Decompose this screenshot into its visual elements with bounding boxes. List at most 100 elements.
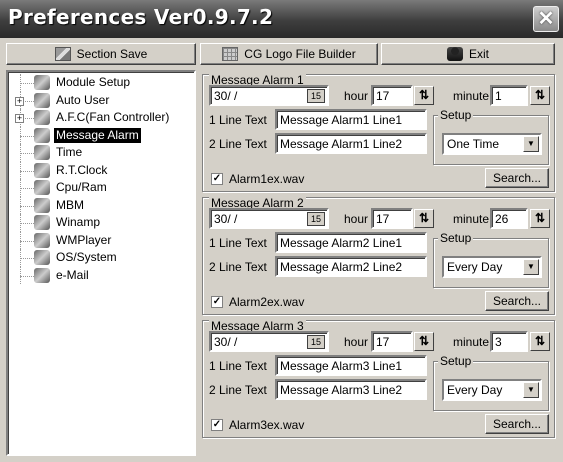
hour-field[interactable]: 17 — [371, 331, 413, 352]
tree-line — [20, 205, 34, 207]
chevron-down-icon[interactable]: ▼ — [523, 259, 539, 275]
date-field[interactable]: 30/ / 15 — [209, 331, 329, 352]
tree-item[interactable]: Winamp — [8, 214, 194, 232]
tree-item[interactable]: e-Mail — [8, 266, 194, 284]
expand-icon[interactable]: + — [15, 96, 24, 106]
tree-item-label: Module Setup — [56, 75, 131, 89]
hour-spin-icon[interactable]: ⇅ — [414, 209, 434, 228]
setup-select[interactable]: Every Day ▼ — [442, 256, 542, 278]
tree-item[interactable]: R.T.Clock — [8, 161, 194, 179]
wav-checkbox[interactable]: ✓ — [211, 296, 223, 308]
mail-icon — [34, 267, 50, 283]
minute-spin-icon[interactable]: ⇅ — [530, 86, 550, 105]
minute-value: 1 — [495, 89, 502, 103]
tree-line — [20, 275, 34, 277]
hour-field[interactable]: 17 — [371, 85, 413, 106]
hour-label: hour — [344, 212, 369, 226]
fan-icon — [34, 110, 50, 125]
cpu-icon — [34, 180, 50, 195]
line2-input[interactable]: Message Alarm1 Line2 — [275, 133, 427, 154]
date-value: 30/ / — [214, 89, 238, 103]
wav-checkbox[interactable]: ✓ — [211, 419, 223, 431]
minute-spin-icon[interactable]: ⇅ — [530, 332, 550, 351]
minute-field[interactable]: 3 — [490, 331, 528, 352]
close-icon[interactable]: ✕ — [533, 6, 559, 32]
line1-input[interactable]: Message Alarm1 Line1 — [275, 109, 427, 130]
tree-item[interactable]: Message Alarm — [8, 126, 194, 144]
setup-value: One Time — [447, 137, 500, 151]
tree-line — [20, 240, 34, 242]
minute-field[interactable]: 1 — [490, 85, 528, 106]
tree-line — [20, 83, 34, 84]
tree-line — [20, 135, 34, 137]
hour-spin-icon[interactable]: ⇅ — [414, 332, 434, 351]
wav-checkbox[interactable]: ✓ — [211, 173, 223, 185]
mbm-icon — [34, 197, 50, 213]
line2-label: 2 Line Text — [209, 137, 267, 151]
winamp-icon — [34, 215, 50, 230]
section-save-button[interactable]: Section Save — [6, 43, 196, 65]
alarm-panel: Message Alarm 1 30/ /15 hour 17 ⇅ minute 1 ⇅ 1 L… — [202, 68, 555, 192]
date-field[interactable]: 30/ / 15 — [209, 85, 329, 106]
logo-builder-button[interactable]: CG Logo File Builder — [200, 43, 378, 65]
date-field[interactable]: 30/ / 15 — [209, 208, 329, 229]
calendar-icon[interactable]: 15 — [307, 335, 325, 349]
line2-value: Message Alarm1 Line2 — [280, 137, 403, 151]
tree-item[interactable]: MBM — [8, 196, 194, 214]
save-icon — [54, 47, 71, 61]
setup-value: Every Day — [447, 383, 503, 397]
chevron-down-icon[interactable]: ▼ — [523, 136, 539, 152]
alarm-panel: Message Alarm 3 30/ /15 hour 17 ⇅ minute 3 ⇅ 1 L… — [202, 314, 555, 438]
tree-item[interactable]: + A.F.C(Fan Controller) — [8, 109, 194, 127]
tree-item[interactable]: Cpu/Ram — [8, 179, 194, 197]
tree-item[interactable]: + Auto User — [8, 91, 194, 109]
hour-field[interactable]: 17 — [371, 208, 413, 229]
alarm-group: Message Alarm 2 30/ /15 hour 17 ⇅ minute 26 ⇅ 1 … — [202, 197, 555, 315]
alarm-panel: Message Alarm 2 30/ /15 hour 17 ⇅ minute 26 ⇅ 1 … — [202, 191, 555, 315]
search-button[interactable]: Search... — [485, 168, 549, 188]
hour-spin-icon[interactable]: ⇅ — [414, 86, 434, 105]
tree-line — [20, 170, 34, 172]
exit-button[interactable]: Exit — [381, 43, 555, 65]
time-icon — [34, 145, 50, 160]
window-title: Preferences Ver0.9.7.2 — [8, 5, 274, 29]
hour-value: 17 — [376, 335, 390, 349]
search-button[interactable]: Search... — [485, 291, 549, 311]
wmplayer-icon — [34, 232, 50, 248]
alarm-icon — [34, 127, 50, 143]
expand-icon[interactable]: + — [15, 114, 24, 123]
tree-item-label: Message Alarm — [54, 127, 141, 143]
minute-label: minute — [453, 335, 490, 349]
section-tree[interactable]: Module Setup + Auto User + A.F.C(Fan Control… — [6, 70, 196, 456]
tree-item-label: Winamp — [56, 215, 101, 229]
line2-label: 2 Line Text — [209, 383, 267, 397]
tree-line — [20, 188, 34, 189]
calendar-icon[interactable]: 15 — [307, 212, 325, 226]
minute-field[interactable]: 26 — [490, 208, 528, 229]
minute-spin-icon[interactable]: ⇅ — [530, 209, 550, 228]
tree-item[interactable]: Time — [8, 144, 194, 162]
tree-item[interactable]: Module Setup — [8, 74, 194, 92]
tree-item[interactable]: OS/System — [8, 249, 194, 267]
minute-label: minute — [453, 89, 490, 103]
setup-group: Setup Every Day ▼ — [433, 354, 549, 411]
setup-label: Setup — [438, 354, 474, 368]
setup-select[interactable]: Every Day ▼ — [442, 379, 542, 401]
line2-input[interactable]: Message Alarm3 Line2 — [275, 379, 427, 400]
tree-item-label: R.T.Clock — [56, 162, 108, 177]
line2-label: 2 Line Text — [209, 260, 267, 274]
hour-value: 17 — [376, 89, 390, 103]
wav-filename: Alarm1ex.wav — [229, 172, 305, 186]
line2-input[interactable]: Message Alarm2 Line2 — [275, 256, 427, 277]
calendar-icon[interactable]: 15 — [307, 89, 325, 103]
setup-select[interactable]: One Time ▼ — [442, 133, 542, 155]
line1-input[interactable]: Message Alarm3 Line1 — [275, 355, 427, 376]
tree-item-label: Cpu/Ram — [56, 180, 107, 194]
date-value: 30/ / — [214, 335, 238, 349]
setup-group: Setup One Time ▼ — [433, 108, 549, 165]
tree-item[interactable]: WMPlayer — [8, 231, 194, 249]
search-button[interactable]: Search... — [485, 414, 549, 434]
tree-line — [20, 223, 34, 224]
chevron-down-icon[interactable]: ▼ — [523, 382, 539, 398]
line1-input[interactable]: Message Alarm2 Line1 — [275, 232, 427, 253]
